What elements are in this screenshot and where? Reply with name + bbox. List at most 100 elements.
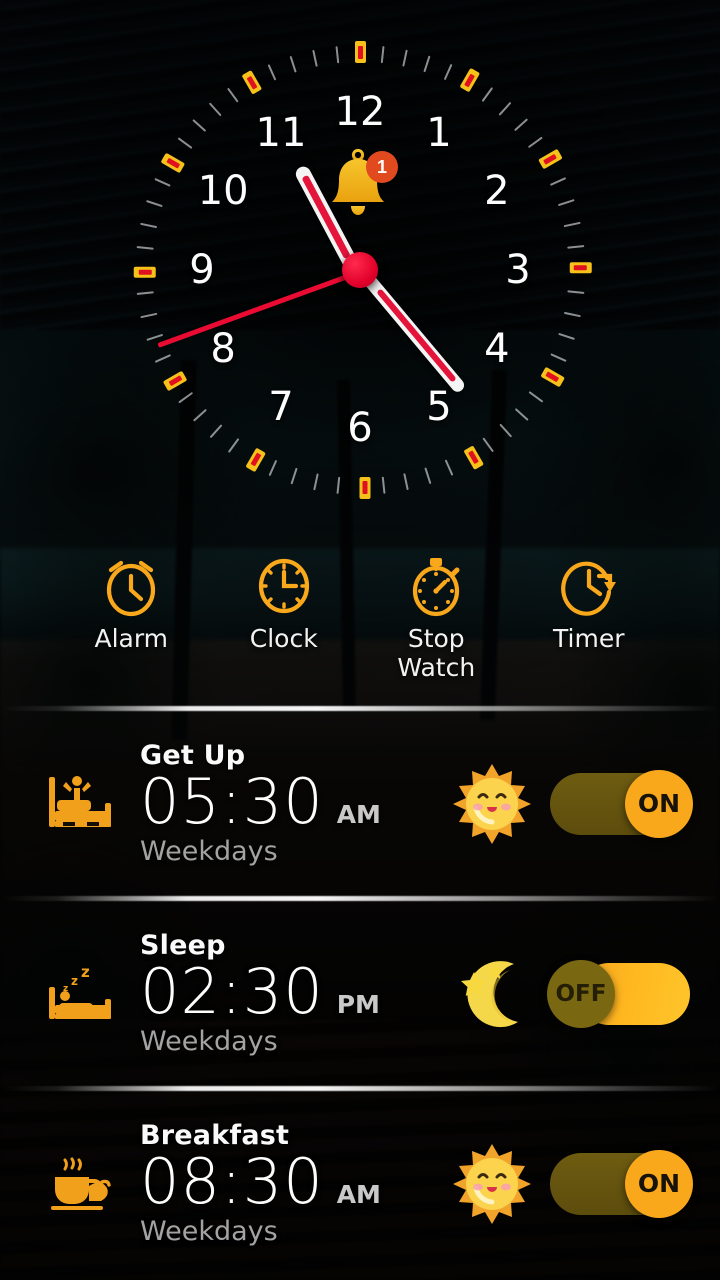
analog-clock[interactable]: 12 1 2 3 4 5 6 7 8 9 10 11 1 [0,0,720,540]
alarm-toggle-container: ON [540,769,693,838]
clock-minute-tick [423,55,431,73]
clock-numeral: 2 [484,168,510,214]
clock-hour-marker [463,445,485,470]
svg-text:z: z [71,974,78,988]
clock-minute-tick [567,244,585,249]
clock-hour-marker [354,41,366,63]
clock-minute-tick [209,424,223,439]
clock-minute-tick [289,55,297,73]
alarm-row[interactable]: z z z Sleep 02:30 PM Weekdays OFF [0,901,720,1086]
clock-minute-tick [481,87,494,103]
alarm-list: Get Up 05:30 AM Weekdays ON z z z Sleep … [0,706,720,1276]
nav-item-label: Clock [249,624,318,653]
clock-minute-tick [313,473,319,491]
toggle-knob[interactable]: OFF [547,959,615,1028]
clock-minute-tick [550,353,567,362]
alarm-row[interactable]: Breakfast 08:30 AM Weekdays ON [0,1091,720,1276]
clock-minute-tick [514,118,529,132]
clock-minute-tick [154,354,172,363]
clock-minute-tick [290,467,298,485]
clock-center-hub [342,252,378,288]
clock-minute-tick [514,408,529,421]
clock-minute-tick [557,199,575,207]
alarm-details: Breakfast 08:30 AM Weekdays [118,1120,444,1247]
clock-minute-tick [402,49,408,67]
clock-minute-tick [177,137,193,149]
alarm-time: 02:30 [140,955,324,1029]
clock-minute-tick [527,136,543,149]
nav-item-label: Timer [553,624,625,653]
alarm-meridiem: AM [336,1180,381,1210]
clock-minute-tick [482,437,494,453]
alarm-toggle[interactable]: ON [550,769,693,838]
clock-numeral: 10 [197,168,249,214]
clock-minute-tick [227,437,240,453]
clock-minute-tick [208,102,222,117]
minute-hand [357,266,468,395]
clock-hour-marker [540,366,566,387]
clock-minute-tick [146,333,164,341]
clock-minute-tick [403,473,409,491]
nav-item-label: Stop Watch [397,624,476,682]
alarm-details: Sleep 02:30 PM Weekdays [118,930,444,1057]
crescent-moon-stars-icon [444,952,540,1036]
clock-minute-tick [154,178,171,187]
clock-numeral: 6 [347,405,373,451]
clock-hour-marker [241,70,262,95]
nav-item-label: Alarm [94,624,169,653]
clock-minute-tick [528,391,544,403]
clock-hour-marker [133,267,156,279]
svg-text:z: z [81,963,90,981]
clock-hour-marker [245,447,267,473]
clock-minute-tick [563,221,581,228]
clock-minute-tick [558,332,575,341]
alarm-row[interactable]: Get Up 05:30 AM Weekdays ON [0,711,720,896]
alarm-time: 08:30 [140,1145,324,1219]
bell-icon[interactable]: 1 [327,148,398,226]
smiling-sun-icon [444,762,540,846]
wake-up-in-bed-icon [42,773,118,835]
alarm-toggle-container: OFF [540,959,690,1028]
alarm-details: Get Up 05:30 AM Weekdays [118,740,444,867]
bell-badge-count: 1 [366,151,398,183]
clock-minute-tick [136,291,154,296]
function-nav-bar: Alarm Clock Stop Watch Timer [0,552,720,682]
clock-dial: 12 1 2 3 4 5 6 7 8 9 10 11 [133,41,592,499]
nav-item-clock[interactable]: Clock [220,552,348,653]
clock-minute-tick [136,245,154,250]
clock-minute-tick [335,46,340,64]
clock-minute-tick [146,199,163,208]
coffee-cup-teapot-icon [42,1153,118,1215]
clock-minute-tick [227,87,239,103]
clock-hour-marker [163,371,188,392]
alarm-meridiem: AM [336,800,381,830]
clock-numeral: 12 [334,89,386,135]
clock-numeral: 1 [426,110,452,157]
alarm-toggle[interactable]: ON [550,1149,693,1218]
nav-item-stopwatch[interactable]: Stop Watch [372,552,500,682]
clock-minute-tick [380,46,385,64]
clock-minute-tick [549,177,567,186]
clock-numeral: 3 [505,247,531,293]
clock-numeral: 11 [255,110,307,157]
clock-minute-tick [499,423,513,438]
clock-minute-tick [424,467,432,485]
toggle-knob[interactable]: ON [625,1149,693,1218]
sleeping-in-bed-icon: z z z [42,963,118,1025]
clock-minute-tick [563,311,581,318]
nav-item-timer[interactable]: Timer [525,552,653,653]
alarm-clock-icon [67,552,195,620]
clock-minute-tick [444,459,454,476]
clock-minute-tick [178,391,194,404]
alarm-toggle[interactable]: OFF [547,959,690,1028]
clock-hour-marker [360,477,371,499]
clock-minute-tick [268,459,278,477]
clock-hour-marker [459,67,480,93]
clock-minute-tick [140,222,158,229]
clock-minute-tick [192,119,207,132]
clock-minute-tick [267,64,277,81]
alarm-meridiem: PM [336,990,380,1020]
toggle-knob[interactable]: ON [625,769,693,838]
nav-item-alarm[interactable]: Alarm [67,552,195,653]
clock-minute-tick [443,63,453,81]
